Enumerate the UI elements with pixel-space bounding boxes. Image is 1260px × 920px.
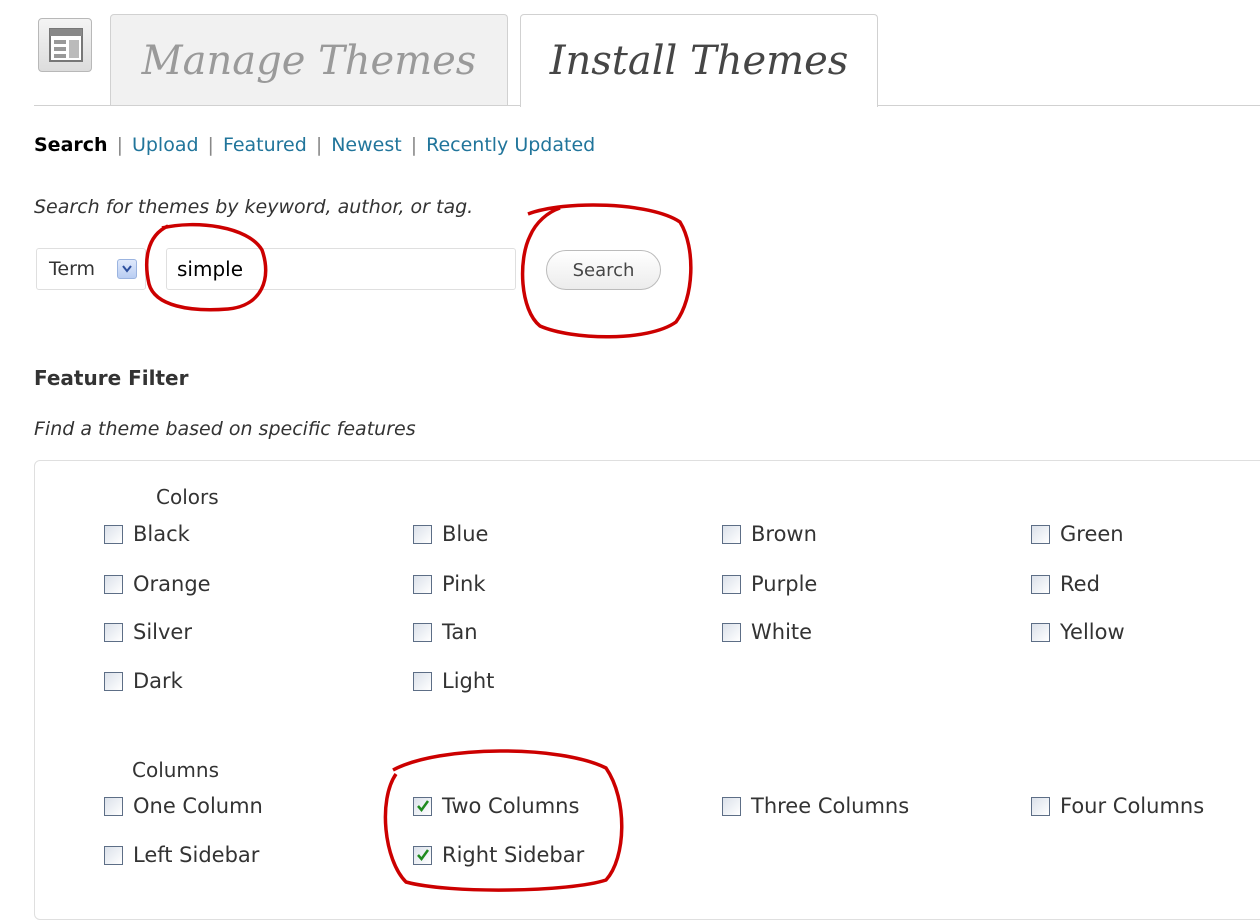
chevron-down-icon[interactable] [117, 259, 137, 279]
subnav-search: Search [34, 134, 108, 156]
search-type-value: Term [49, 258, 96, 280]
filter-option-green[interactable]: Green [1031, 522, 1124, 546]
feature-filter-description: Find a theme based on specific features [34, 418, 416, 440]
filter-option-two-columns[interactable]: Two Columns [413, 794, 579, 818]
checkbox[interactable] [1031, 622, 1050, 642]
filter-option-yellow[interactable]: Yellow [1031, 620, 1125, 644]
filter-option-three-columns[interactable]: Three Columns [722, 794, 909, 818]
filter-option-light[interactable]: Light [413, 669, 494, 693]
search-button[interactable]: Search [546, 250, 661, 290]
tab-manage-themes[interactable]: Manage Themes [110, 14, 508, 106]
filter-option-silver[interactable]: Silver [104, 620, 192, 644]
checkbox[interactable] [413, 671, 432, 691]
filter-option-red[interactable]: Red [1031, 572, 1100, 596]
filter-option-blue[interactable]: Blue [413, 522, 488, 546]
filter-option-purple[interactable]: Purple [722, 572, 817, 596]
checkbox[interactable] [104, 524, 123, 544]
subnav-newest-link[interactable]: Newest [331, 134, 401, 156]
group-label-colors: Colors [156, 485, 219, 509]
checkbox[interactable] [413, 622, 432, 642]
checkbox[interactable] [413, 574, 432, 594]
feature-filter-heading: Feature Filter [34, 366, 189, 390]
checkbox[interactable] [722, 622, 741, 642]
filter-option-one-column[interactable]: One Column [104, 794, 263, 818]
filter-option-pink[interactable]: Pink [413, 572, 486, 596]
checkbox[interactable] [413, 524, 432, 544]
filter-option-tan[interactable]: Tan [413, 620, 478, 644]
checkbox[interactable] [1031, 796, 1050, 816]
filter-option-four-columns[interactable]: Four Columns [1031, 794, 1204, 818]
checkbox[interactable] [104, 796, 123, 816]
checkbox[interactable] [722, 524, 741, 544]
filter-option-dark[interactable]: Dark [104, 669, 183, 693]
checkbox[interactable] [104, 622, 123, 642]
filter-option-orange[interactable]: Orange [104, 572, 211, 596]
subnav-upload-link[interactable]: Upload [132, 134, 199, 156]
filter-option-right-sidebar[interactable]: Right Sidebar [413, 843, 584, 867]
tab-install-themes[interactable]: Install Themes [520, 14, 878, 107]
checkbox-checked[interactable] [413, 845, 432, 865]
filter-option-white[interactable]: White [722, 620, 812, 644]
install-subnav: Search | Upload | Featured | Newest | Recently U… [34, 134, 596, 156]
checkbox[interactable] [1031, 524, 1050, 544]
filter-option-left-sidebar[interactable]: Left Sidebar [104, 843, 259, 867]
checkbox[interactable] [104, 845, 123, 865]
search-description: Search for themes by keyword, author, or… [34, 196, 474, 218]
filter-option-brown[interactable]: Brown [722, 522, 817, 546]
themes-page-icon [38, 18, 92, 72]
filter-option-black[interactable]: Black [104, 522, 190, 546]
checkbox[interactable] [722, 574, 741, 594]
checkbox[interactable] [722, 796, 741, 816]
search-input[interactable] [166, 248, 516, 290]
subnav-recently-updated-link[interactable]: Recently Updated [426, 134, 595, 156]
group-label-columns: Columns [132, 758, 220, 782]
checkbox-checked[interactable] [413, 796, 432, 816]
search-type-select[interactable]: Term [36, 248, 146, 290]
checkbox[interactable] [104, 671, 123, 691]
subnav-featured-link[interactable]: Featured [223, 134, 307, 156]
checkbox[interactable] [1031, 574, 1050, 594]
checkbox[interactable] [104, 574, 123, 594]
